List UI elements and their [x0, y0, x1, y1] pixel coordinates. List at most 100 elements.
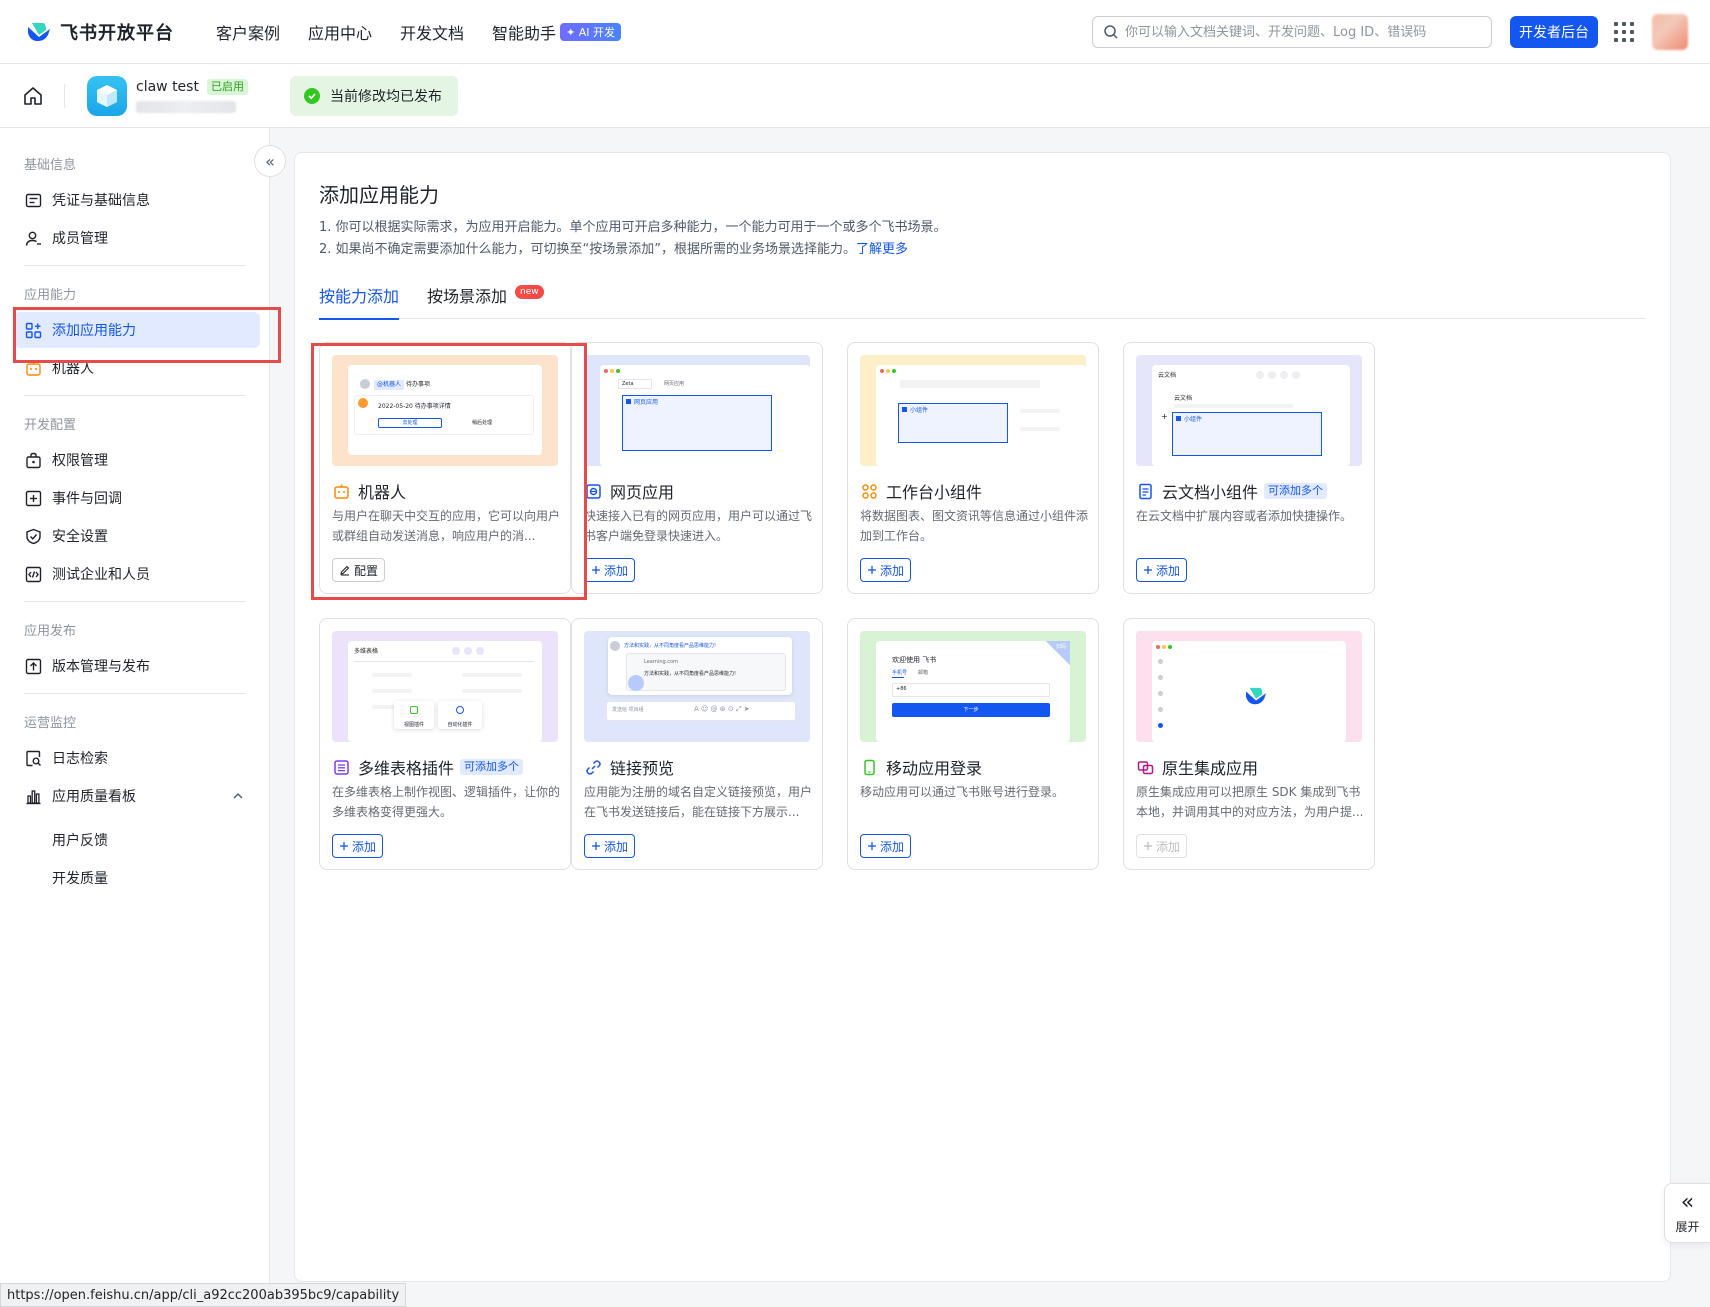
app-header: claw test 已启用 当前修改均已发布 [0, 64, 1710, 128]
add-button[interactable]: 添加 [332, 834, 384, 858]
nav-menu: 客户案例 应用中心 开发文档 智能助手 ✦ AI 开发 [216, 20, 649, 44]
card-description: 在云文档中扩展内容或者添加快捷操作。 [1136, 509, 1353, 523]
sidebar-item-label: 事件与回调 [52, 491, 122, 507]
feishu-logo-icon [1246, 687, 1266, 705]
upload-icon [25, 658, 42, 674]
sidebar-item-members[interactable]: 成员管理 [14, 220, 260, 256]
search-box[interactable] [1092, 16, 1492, 48]
sidebar-subitem-dev-quality[interactable]: 开发质量 [52, 868, 108, 888]
card-title: 云文档小组件 可添加多个 [1136, 479, 1328, 503]
capability-card-workbench-widget[interactable]: 小组件 工作台小组件 将数据图表、图文资讯等信息通过小组件添加到工作台。 添加 [847, 342, 1099, 594]
new-badge: new [515, 285, 544, 299]
app-icon [87, 75, 127, 116]
tab-by-capability[interactable]: 按能力添加 [319, 283, 400, 320]
sidebar-item-quality-board[interactable]: 应用质量看板 [14, 778, 260, 814]
sidebar-item-label: 测试企业和人员 [52, 567, 150, 583]
card-title-text: 链接预览 [610, 759, 675, 778]
feishu-logo[interactable]: 飞书开放平台 [26, 19, 174, 45]
chevron-up-icon[interactable] [232, 790, 244, 802]
card-title: 机器人 [332, 479, 406, 503]
capability-card-doc-widget[interactable]: 云文档 云文档 + 小组件 云文档小组件 可添加多个 在云文档中扩展内容或者添加… [1123, 342, 1375, 594]
sidebar-item-label: 成员管理 [52, 231, 108, 247]
capability-card-base-plugin[interactable]: 多维表格 视图插件 自动化插件 多维表格插件 可添加多个 在多维表格上制作视图、… [319, 618, 571, 870]
capability-card-link-preview[interactable]: 方法和实践，从不同角度看产品思维能力! Learning.com 方法和实践，从… [571, 618, 823, 870]
link-icon [585, 759, 601, 775]
web-app-preview-image: Zeta 网页应用 网页应用 [584, 355, 810, 466]
id-card-icon [25, 193, 42, 207]
card-title: 网页应用 [584, 479, 674, 503]
app-name: claw test [136, 78, 199, 95]
sidebar-item-add-capability[interactable]: 添加应用能力 [14, 312, 260, 348]
nav-dev-docs[interactable]: 开发文档 [400, 20, 464, 44]
learn-more-link[interactable]: 了解更多 [856, 242, 908, 257]
logo-text: 飞书开放平台 [60, 22, 174, 44]
nav-app-center[interactable]: 应用中心 [308, 20, 372, 44]
doc-widget-preview-image: 云文档 云文档 + 小组件 [1136, 355, 1362, 466]
main-panel: 添加应用能力 1. 你可以根据实际需求，为应用开启能力。单个应用可开启多种能力，… [294, 152, 1671, 1282]
expand-panel-button[interactable]: « 展开 [1664, 1183, 1710, 1243]
add-button[interactable]: 添加 [1136, 558, 1188, 582]
capability-card-mobile-login[interactable]: 扫码 欢迎使用 飞书 手机号 邮箱 +86 下一步 移动应用登录 移动应用可以通… [847, 618, 1099, 870]
add-button[interactable]: 添加 [860, 834, 912, 858]
plus-icon [1144, 566, 1152, 574]
robot-preview-image: @机器人 待办事项 2022-05-20 待办事项详情 去处理 稍后处理 [332, 355, 558, 466]
sidebar-item-label: 版本管理与发布 [52, 659, 150, 675]
sidebar-group-monitor: 运营监控 [24, 716, 77, 731]
sidebar-item-permissions[interactable]: 权限管理 [14, 442, 260, 478]
mobile-login-preview-image: 扫码 欢迎使用 飞书 手机号 邮箱 +86 下一步 [860, 631, 1086, 742]
native-app-preview-image [1136, 631, 1362, 742]
base-plugin-preview-image: 多维表格 视图插件 自动化插件 [332, 631, 558, 742]
sidebar-subitem-feedback[interactable]: 用户反馈 [52, 830, 108, 850]
home-icon[interactable] [22, 85, 44, 107]
card-title-text: 工作台小组件 [886, 483, 983, 502]
app-grid-icon[interactable] [1614, 22, 1634, 42]
sidebar: 基础信息 凭证与基础信息 成员管理 应用能力 添加应用能力 机器人 开发配置 权… [0, 128, 270, 1307]
app-id-redacted [136, 100, 236, 113]
sidebar-item-test-tenant[interactable]: 测试企业和人员 [14, 556, 260, 592]
collapse-sidebar-button[interactable]: « [254, 145, 286, 177]
sidebar-group-capabilities: 应用能力 [24, 288, 77, 303]
top-navigation: 飞书开放平台 客户案例 应用中心 开发文档 智能助手 ✦ AI 开发 开发者后台 [0, 0, 1710, 64]
tab-bar: 按能力添加 按场景添加 new [319, 283, 1645, 320]
page-title: 添加应用能力 [319, 183, 439, 207]
card-title: 原生集成应用 [1136, 755, 1258, 779]
card-title-text: 机器人 [358, 483, 407, 502]
sidebar-item-versions[interactable]: 版本管理与发布 [14, 648, 260, 684]
card-title-text: 多维表格插件 [358, 759, 455, 778]
plus-icon [592, 566, 600, 574]
app-status-badge: 已启用 [206, 78, 248, 95]
configure-button[interactable]: 配置 [332, 558, 386, 582]
lock-bag-icon [26, 452, 41, 468]
user-avatar[interactable] [1652, 14, 1688, 50]
nav-customer-cases[interactable]: 客户案例 [216, 20, 280, 44]
card-title: 多维表格插件 可添加多个 [332, 755, 524, 779]
apps-add-icon [25, 322, 42, 338]
developer-console-button[interactable]: 开发者后台 [1510, 16, 1598, 48]
publish-status: 当前修改均已发布 [290, 76, 458, 116]
add-button[interactable]: 添加 [584, 558, 636, 582]
log-search-icon [26, 750, 41, 766]
tab-by-scenario[interactable]: 按场景添加 new [427, 283, 544, 319]
capability-card-native-app[interactable]: 原生集成应用 原生集成应用可以把原生 SDK 集成到飞书本地，并调用其中的对应方… [1123, 618, 1375, 870]
search-input[interactable] [1125, 24, 1481, 40]
capability-card-web-app[interactable]: Zeta 网页应用 网页应用 网页应用 快速接入已有的网页应用，用户可以通过飞书… [571, 342, 823, 594]
card-title: 工作台小组件 [860, 479, 982, 503]
capability-card-robot[interactable]: @机器人 待办事项 2022-05-20 待办事项详情 去处理 稍后处理 机器人… [319, 342, 571, 594]
card-title: 移动应用登录 [860, 755, 982, 779]
sidebar-item-credentials[interactable]: 凭证与基础信息 [14, 182, 260, 218]
nav-ai-assistant[interactable]: 智能助手 ✦ AI 开发 [492, 20, 622, 44]
sidebar-divider [24, 395, 245, 396]
description-line-1: 1. 你可以根据实际需求，为应用开启能力。单个应用可开启多种能力，一个能力可用于… [319, 220, 947, 235]
sidebar-item-log-search[interactable]: 日志检索 [14, 740, 260, 776]
sidebar-item-security[interactable]: 安全设置 [14, 518, 260, 554]
add-button[interactable]: 添加 [860, 558, 912, 582]
add-button[interactable]: 添加 [584, 834, 636, 858]
mobile-icon [863, 759, 875, 775]
expand-label: 展开 [1675, 1219, 1700, 1234]
plus-icon [340, 842, 348, 850]
sidebar-item-bot[interactable]: 机器人 [14, 350, 260, 386]
user-icon [25, 231, 41, 246]
card-description: 与用户在聊天中交互的应用，它可以向用户或群组自动发送消息，响应用户的消... [332, 509, 560, 543]
sidebar-item-events[interactable]: 事件与回调 [14, 480, 260, 516]
bar-chart-icon [26, 789, 41, 804]
